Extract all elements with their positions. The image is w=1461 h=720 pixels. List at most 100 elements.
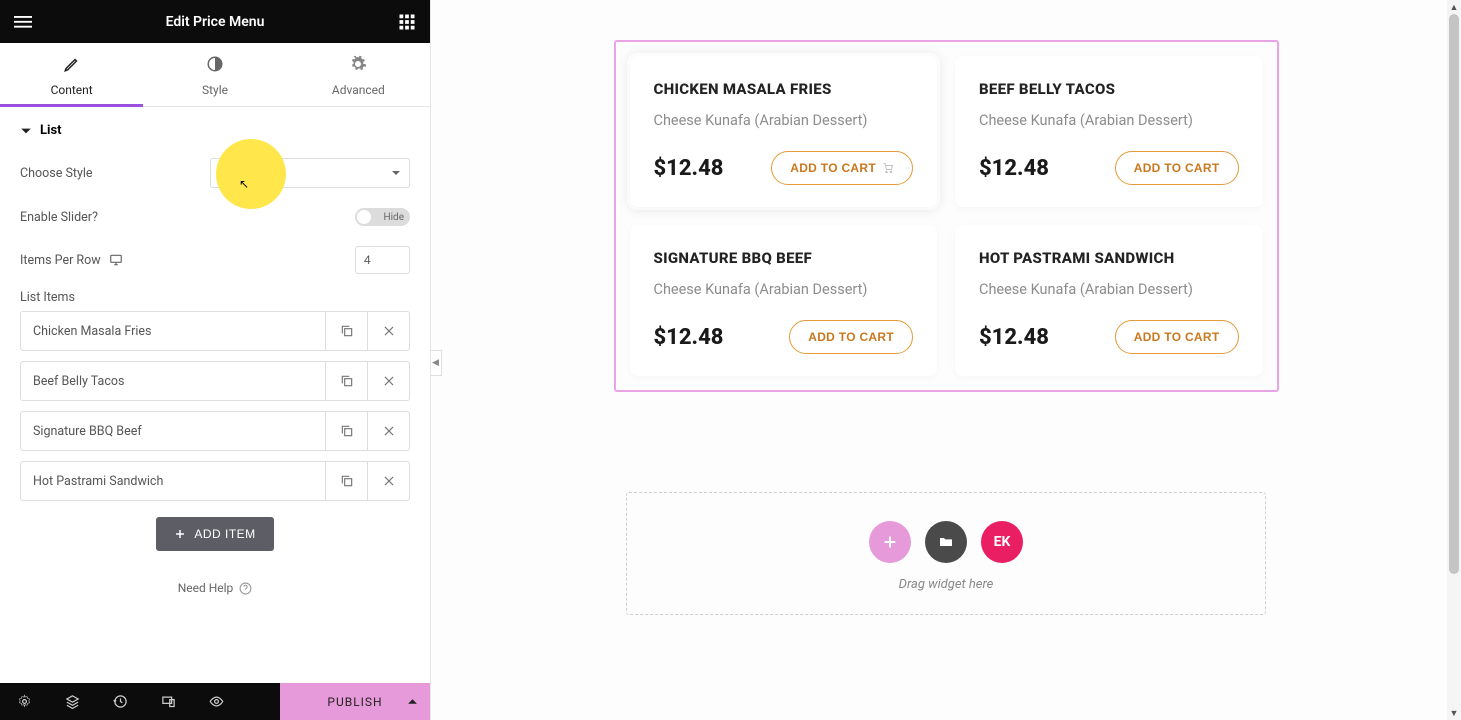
card-description: Cheese Kunafa (Arabian Dessert) — [979, 281, 1239, 298]
plus-icon — [882, 534, 898, 550]
plus-icon — [174, 528, 186, 540]
copy-icon — [340, 374, 354, 388]
price-menu-widget[interactable]: CHICKEN MASALA FRIES Cheese Kunafa (Arab… — [614, 40, 1279, 392]
add-to-cart-button[interactable]: ADD TO CART — [1115, 320, 1239, 354]
card-title: CHICKEN MASALA FRIES — [654, 80, 914, 98]
field-items-per-row: Items Per Row — [0, 236, 430, 284]
close-icon — [382, 474, 396, 488]
duplicate-button[interactable] — [325, 362, 367, 400]
tab-style[interactable]: Style — [143, 43, 286, 106]
select-value: Card — [221, 166, 246, 180]
add-item-button[interactable]: ADD ITEM — [156, 517, 273, 551]
remove-button[interactable] — [367, 412, 409, 450]
toggle-label: Hide — [383, 212, 404, 223]
card-price: $12.48 — [979, 156, 1049, 181]
template-button[interactable] — [925, 521, 967, 563]
settings-button[interactable] — [0, 683, 48, 720]
field-label: Choose Style — [20, 166, 93, 181]
duplicate-button[interactable] — [325, 312, 367, 350]
add-to-cart-button[interactable]: ADD TO CART — [789, 320, 913, 354]
enable-slider-toggle[interactable]: Hide — [355, 208, 410, 226]
section-title: List — [40, 123, 62, 138]
history-icon — [113, 694, 128, 709]
close-icon — [382, 324, 396, 338]
remove-button[interactable] — [367, 462, 409, 500]
card-title: BEEF BELLY TACOS — [979, 80, 1239, 98]
history-button[interactable] — [96, 683, 144, 720]
list-item[interactable]: Chicken Masala Fries — [20, 311, 410, 351]
editor-tabs: Content Style Advanced — [0, 43, 430, 107]
items-per-row-input[interactable] — [355, 246, 410, 274]
add-to-cart-button[interactable]: ADD TO CART — [1115, 151, 1239, 185]
menu-card: CHICKEN MASALA FRIES Cheese Kunafa (Arab… — [630, 56, 938, 207]
add-to-cart-button[interactable]: ADD TO CART — [771, 151, 913, 185]
tab-content[interactable]: Content — [0, 43, 143, 106]
dropzone-text: Drag widget here — [627, 577, 1265, 592]
contrast-icon — [206, 55, 224, 73]
list-item[interactable]: Signature BBQ Beef — [20, 411, 410, 451]
list-item-name: Chicken Masala Fries — [21, 312, 325, 350]
tab-label: Content — [51, 83, 93, 97]
duplicate-button[interactable] — [325, 462, 367, 500]
scrollbar[interactable]: ▲ ▼ — [1447, 0, 1461, 720]
remove-button[interactable] — [367, 312, 409, 350]
tab-advanced[interactable]: Advanced — [287, 43, 430, 106]
layers-icon — [65, 694, 80, 709]
ekit-button[interactable]: EK — [981, 521, 1023, 563]
caret-down-icon — [20, 125, 32, 137]
menu-card: HOT PASTRAMI SANDWICH Cheese Kunafa (Ara… — [955, 225, 1263, 376]
need-help-link[interactable]: Need Help — [0, 551, 430, 605]
navigator-button[interactable] — [48, 683, 96, 720]
sidebar-header: Edit Price Menu — [0, 0, 430, 43]
card-description: Cheese Kunafa (Arabian Dessert) — [654, 281, 914, 298]
list-item[interactable]: Beef Belly Tacos — [20, 361, 410, 401]
tab-label: Advanced — [332, 83, 385, 97]
choose-style-select[interactable]: ↖ Card — [210, 158, 410, 188]
preview-button[interactable] — [192, 683, 240, 720]
desktop-icon[interactable] — [109, 253, 123, 267]
duplicate-button[interactable] — [325, 412, 367, 450]
list-item-name: Hot Pastrami Sandwich — [21, 462, 325, 500]
list-items-label: List Items — [0, 284, 430, 311]
add-section-button[interactable] — [869, 521, 911, 563]
apps-icon[interactable] — [398, 13, 416, 31]
menu-icon[interactable] — [14, 13, 32, 31]
section-toggle-list[interactable]: List — [0, 107, 430, 148]
card-price: $12.48 — [979, 325, 1049, 350]
scroll-up-icon[interactable]: ▲ — [1447, 0, 1461, 14]
list-items-container: Chicken Masala Fries Beef Belly Tacos Si… — [0, 311, 430, 501]
list-item[interactable]: Hot Pastrami Sandwich — [20, 461, 410, 501]
help-icon — [239, 582, 252, 595]
editor-canvas[interactable]: ◀ CHICKEN MASALA FRIES Cheese Kunafa (Ar… — [431, 0, 1461, 720]
publish-button[interactable]: PUBLISH — [280, 683, 430, 720]
field-label: Enable Slider? — [20, 210, 98, 225]
scrollbar-thumb[interactable] — [1449, 14, 1459, 574]
devices-icon — [161, 694, 176, 709]
cart-button-label: ADD TO CART — [808, 330, 894, 344]
pencil-icon — [63, 55, 81, 73]
chevron-down-icon — [391, 168, 401, 178]
scroll-down-icon[interactable]: ▼ — [1447, 706, 1461, 720]
page-title: Edit Price Menu — [32, 14, 398, 30]
cart-button-label: ADD TO CART — [1134, 161, 1220, 175]
editor-sidebar: Edit Price Menu Content Style Advanced — [0, 0, 431, 720]
copy-icon — [340, 474, 354, 488]
card-price: $12.48 — [654, 156, 724, 181]
card-description: Cheese Kunafa (Arabian Dessert) — [654, 112, 914, 129]
remove-button[interactable] — [367, 362, 409, 400]
gear-icon — [17, 694, 32, 709]
responsive-button[interactable] — [144, 683, 192, 720]
chevron-up-icon — [407, 696, 418, 707]
field-label: Items Per Row — [20, 253, 101, 268]
list-item-name: Beef Belly Tacos — [21, 362, 325, 400]
tab-label: Style — [202, 83, 228, 97]
copy-icon — [340, 324, 354, 338]
card-price: $12.48 — [654, 325, 724, 350]
field-choose-style: Choose Style ↖ Card — [0, 148, 430, 198]
eye-icon — [209, 694, 224, 709]
widget-dropzone[interactable]: EK Drag widget here — [626, 492, 1266, 615]
ek-icon: EK — [994, 534, 1011, 550]
collapse-sidebar-button[interactable]: ◀ — [431, 350, 442, 376]
publish-label: PUBLISH — [327, 695, 382, 709]
card-description: Cheese Kunafa (Arabian Dessert) — [979, 112, 1239, 129]
